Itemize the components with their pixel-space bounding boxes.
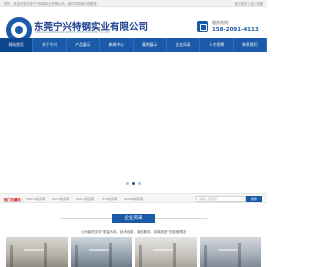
- hotline-label: 服务热线：: [212, 20, 232, 25]
- banner-carousel[interactable]: [0, 52, 267, 187]
- hot-keyword[interactable]: H13模具钢: [102, 197, 117, 201]
- section-intro: 公司始终坚持“质量为本，技术创新，诚信服务，持续改进”的经营理念: [80, 230, 187, 234]
- section-title: 企业风采: [112, 214, 155, 223]
- top-bar: 您好，欢迎光临东莞宁兴特钢实业有限公司，我们将竭诚为您服务！ 设为首页 | 加入…: [0, 0, 267, 7]
- nav-item-products[interactable]: 产品展示: [67, 38, 101, 52]
- hot-keyword[interactable]: SKH-9高速钢: [76, 197, 94, 201]
- welcome-text: 您好，欢迎光临东莞宁兴特钢实业有限公司，我们将竭诚为您服务！: [4, 2, 100, 6]
- search-input[interactable]: 请输入关键字: [196, 196, 246, 202]
- hot-keywords-label: 热门关键词：: [4, 198, 24, 202]
- hot-keywords-bar: 热门关键词： SKD11模具钢 DC53模具钢 SKH-9高速钢 H13模具钢 …: [0, 193, 267, 203]
- nav-item-contact[interactable]: 联系我们: [234, 38, 267, 52]
- company-gallery: [6, 237, 261, 267]
- hot-keyword[interactable]: DC53模具钢: [52, 197, 69, 201]
- carousel-dots: [126, 182, 141, 185]
- main-nav: 网站首页 关于宁兴 产品展示 新闻中心 案例展示 企业风采 人才招聘 联系我们: [0, 38, 267, 52]
- nav-item-news[interactable]: 新闻中心: [100, 38, 134, 52]
- gallery-photo[interactable]: [135, 237, 197, 267]
- nav-item-home[interactable]: 网站首页: [0, 38, 34, 52]
- carousel-dot[interactable]: [126, 182, 129, 185]
- carousel-dot-active[interactable]: [132, 182, 135, 185]
- hot-keyword[interactable]: NAK80模具钢: [124, 197, 143, 201]
- top-links[interactable]: 设为首页 | 加入收藏: [234, 1, 263, 6]
- phone-icon: [197, 21, 208, 32]
- nav-item-careers[interactable]: 人才招聘: [200, 38, 234, 52]
- company-name-english: DONGGUAN NINGXING SPECIAL STEEL INDUSTRY…: [35, 31, 110, 34]
- search-button[interactable]: 搜索: [246, 196, 262, 202]
- nav-item-company-style[interactable]: 企业风采: [167, 38, 201, 52]
- nav-item-about[interactable]: 关于宁兴: [33, 38, 67, 52]
- carousel-dot[interactable]: [138, 182, 141, 185]
- gallery-photo[interactable]: [70, 237, 132, 267]
- hot-keyword[interactable]: SKD11模具钢: [26, 197, 45, 201]
- gallery-photo[interactable]: [199, 237, 261, 267]
- hotline-number: 158-2091-4113: [212, 27, 259, 33]
- header: NINGXING 东莞宁兴特钢实业有限公司 DONGGUAN NINGXING …: [0, 7, 267, 44]
- nav-item-cases[interactable]: 案例展示: [134, 38, 167, 52]
- gallery-photo[interactable]: [6, 237, 68, 267]
